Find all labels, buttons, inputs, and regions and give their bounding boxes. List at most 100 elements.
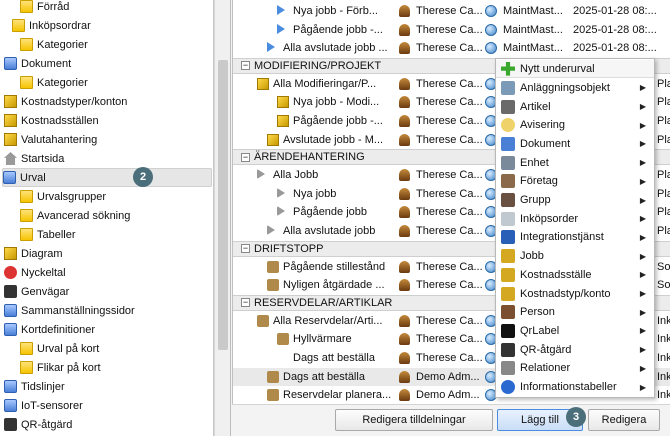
tree-item-label: Nyckeltal [21, 266, 66, 279]
tree-item-label: Inköpsordrar [29, 19, 91, 32]
tree-item-label: Kategorier [37, 38, 88, 51]
collapse-icon[interactable]: − [241, 152, 250, 162]
menu-item[interactable]: Integrationstjänst ▶ [496, 228, 654, 246]
tree-item[interactable]: Sammanställningssidor [4, 301, 135, 320]
menu-item[interactable]: Kostnadsställe ▶ [496, 266, 654, 284]
tree-item[interactable]: Urval på kort [20, 339, 99, 358]
menu-item[interactable]: Företag ▶ [496, 172, 654, 190]
timeline-icon [4, 380, 17, 393]
menu-item[interactable]: Anläggningsobjekt ▶ [496, 79, 654, 97]
play-icon [277, 23, 285, 34]
table-row[interactable]: Pågående jobb -... Therese Ca... MaintMast… [233, 21, 670, 39]
summary-page-icon [4, 304, 17, 317]
menu-item[interactable]: Grupp ▶ [496, 191, 654, 209]
cost-type-icon [501, 286, 515, 301]
collapse-icon[interactable]: − [241, 298, 250, 308]
menu-item[interactable]: QrLabel ▶ [496, 322, 654, 340]
menu-item-label: Informationstabeller [520, 381, 617, 394]
menu-item-label: Företag [520, 175, 558, 188]
downtime-fixed-icon [267, 279, 279, 292]
tree-item[interactable]: Urvalsgrupper [20, 187, 106, 206]
tree-item[interactable]: Genvägar [4, 282, 69, 301]
tree-item[interactable]: Kortdefinitioner [4, 320, 95, 339]
row-name: Reservdelar planera... [283, 389, 392, 402]
tree-item-label: Kostnadsställen [21, 114, 99, 127]
menu-item[interactable]: Dokument ▶ [496, 135, 654, 153]
tree-item[interactable]: Kategorier [20, 73, 88, 92]
tree-item[interactable]: Avancerad sökning [20, 206, 130, 225]
cube-icon [277, 96, 289, 109]
row-name: Nyligen åtgärdade ... [283, 279, 385, 292]
submenu-arrow-icon: ▶ [639, 102, 646, 112]
tree-item[interactable]: Inköpsordrar [12, 16, 91, 35]
collapse-icon[interactable]: − [241, 244, 250, 254]
edit-assignments-button[interactable]: Redigera tilldelningar [335, 409, 493, 431]
tree-item[interactable]: Tidslinjer [4, 377, 65, 396]
user-icon [399, 133, 410, 146]
tree-item[interactable]: Startsida [4, 149, 64, 168]
folder-icon [20, 342, 33, 355]
menu-item[interactable]: Jobb ▶ [496, 247, 654, 265]
menu-item[interactable]: Inköpsorder ▶ [496, 210, 654, 228]
collapse-icon[interactable]: − [241, 61, 250, 71]
menu-item[interactable]: Avisering ▶ [496, 116, 654, 134]
tree-item[interactable]: Tabeller [20, 225, 76, 244]
tree-item[interactable]: QR-åtgärd [4, 415, 72, 434]
tree-item-label: Kortdefinitioner [21, 323, 95, 336]
tree-item-label: Förråd [37, 0, 70, 13]
table-row[interactable]: Alla avslutade jobb ... Therese Ca... Main… [233, 39, 670, 57]
folder-icon [20, 361, 33, 374]
folder-icon [20, 0, 33, 13]
tree-item[interactable]: Nyckeltal [4, 263, 66, 282]
tree-item[interactable]: Dokument [4, 54, 71, 73]
menu-item[interactable]: Informationstabeller ▶ [496, 378, 654, 396]
row-name: Nya jobb - Förb... [293, 5, 378, 17]
menu-item-label: Avisering [520, 119, 566, 132]
tree-scrollbar[interactable] [214, 0, 231, 436]
group-title: MODIFIERING/PROJEKT [254, 59, 382, 72]
tree-item[interactable]: Diagram [4, 244, 63, 263]
notification-icon [501, 118, 515, 133]
tree-item[interactable]: Kostnadstyper/konton [4, 92, 127, 111]
menu-item-label: Relationer [520, 362, 571, 375]
menu-item[interactable]: QR-åtgärd ▶ [496, 341, 654, 359]
edit-button[interactable]: Redigera [588, 409, 660, 431]
user-icon [399, 96, 410, 109]
tree-scrollbar-thumb[interactable] [218, 60, 228, 350]
menu-item[interactable]: Artikel ▶ [496, 97, 654, 115]
menu-item[interactable]: Person ▶ [496, 303, 654, 321]
folder-icon [20, 209, 33, 222]
tree-item[interactable]: IoT-sensorer [4, 396, 83, 415]
row-trailing: Pla [657, 206, 670, 219]
tree-item[interactable]: Urval [2, 168, 212, 187]
table-row[interactable]: Nya jobb - Förb... Therese Ca... MaintMast… [233, 2, 670, 20]
row-trailing: Pla [657, 77, 670, 90]
submenu-arrow-icon: ▶ [639, 139, 646, 149]
menu-item[interactable]: Nytt underurval [496, 60, 654, 79]
tree-item[interactable]: Flikar på kort [20, 358, 101, 377]
qr-action-icon [501, 342, 515, 357]
menu-item[interactable]: Relationer ▶ [496, 359, 654, 377]
tree-item[interactable]: Förråd [20, 0, 69, 16]
currency-icon [4, 133, 17, 146]
tree-item[interactable]: Kategorier [20, 35, 88, 54]
splitter[interactable] [230, 0, 231, 436]
tree-item-label: Tidslinjer [21, 380, 65, 393]
tree-item[interactable]: Valutahantering [4, 130, 97, 149]
tree-item-label: Kategorier [37, 76, 88, 89]
menu-item[interactable]: Enhet ▶ [496, 154, 654, 172]
submenu-arrow-icon: ▶ [639, 195, 646, 205]
row-name: Alla Modifieringar/P... [273, 77, 377, 90]
tree-item-label: Kostnadstyper/konton [21, 95, 128, 108]
menu-item-label: Person [520, 306, 555, 319]
row-trailing: Pla [657, 187, 670, 200]
tree-item[interactable]: Kostnadsställen [4, 111, 99, 130]
tree-item-label: Tabeller [37, 228, 76, 241]
menu-item[interactable]: Kostnadstyp/konto ▶ [496, 284, 654, 302]
cube-icon [277, 115, 289, 127]
tree-item-label: Diagram [21, 247, 63, 260]
submenu-arrow-icon: ▶ [639, 382, 646, 392]
info-icon [501, 380, 515, 395]
tree-item-label: Flikar på kort [37, 361, 101, 374]
row-name: Dags att beställa [293, 352, 375, 364]
